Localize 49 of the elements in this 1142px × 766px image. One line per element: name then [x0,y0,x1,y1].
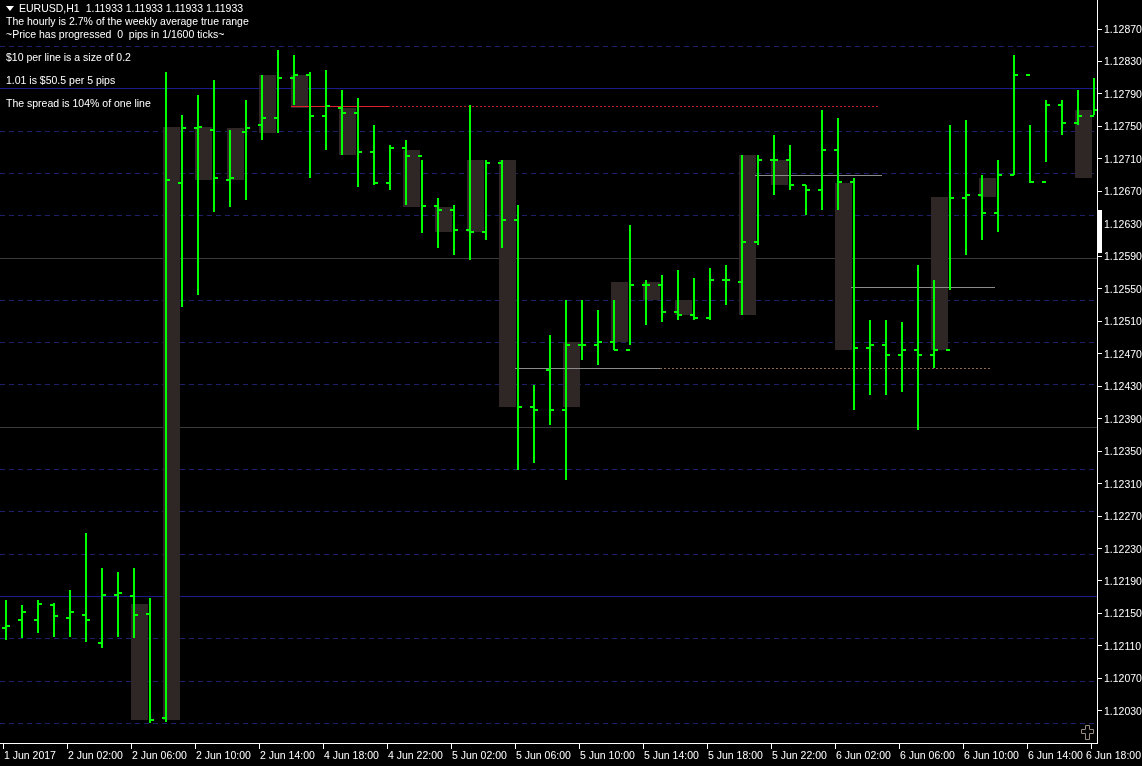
axis-label: 1.12190 [1104,574,1142,587]
axis-label: 5 Jun 02:00 [452,749,507,761]
axis-label: 2 Jun 14:00 [260,749,315,761]
axis-label: 1.12150 [1104,607,1142,620]
axis-label: 5 Jun 06:00 [516,749,571,761]
axis-label: 1.12870 [1104,23,1142,35]
axis-label: 5 Jun 18:00 [708,749,763,761]
axis-label: 1 Jun 2017 [4,749,56,761]
axis-label: 5 Jun 10:00 [580,749,635,761]
axis-label: 1.12550 [1104,282,1142,295]
axis-label: 2 Jun 06:00 [132,749,187,761]
axis-label: 1.12070 [1104,672,1142,685]
axis-label: 1.12630 [1104,217,1142,230]
info-text: The spread is 104% of one line [6,97,152,110]
axis-label: 4 Jun 22:00 [388,749,443,761]
axis-label: 5 Jun 22:00 [772,749,827,761]
axis-label: 5 Jun 14:00 [644,749,699,761]
axis-label: 1.12030 [1104,704,1142,717]
axis-label: 6 Jun 10:00 [964,749,1019,761]
axis-label: 2 Jun 10:00 [196,749,251,761]
dropdown-icon[interactable] [6,6,14,11]
axis-label: 1.12670 [1104,185,1142,198]
crosshair-icon[interactable] [1081,725,1094,740]
axis-label: 1.12430 [1104,380,1142,393]
axis-label: 1.12310 [1104,477,1142,490]
axis-label: 1.12510 [1104,315,1142,328]
axis-label: 1.12590 [1104,250,1142,263]
axis-label: 1.12230 [1104,542,1142,555]
axis-label: 6 Jun 02:00 [836,749,891,761]
axis-label: 1.12470 [1104,347,1142,360]
axis-label: 1.12390 [1104,412,1142,425]
info-text: The hourly is 2.7% of the weekly average true range [6,15,249,28]
axis-label: 6 Jun 06:00 [900,749,955,761]
axis-label: 1.12270 [1104,510,1142,523]
axis-label: 6 Jun 18:00 [1086,749,1141,761]
axis-label: 1.12790 [1104,87,1142,100]
axis-label: 1.12750 [1104,120,1142,133]
axis-label: 1.12110 [1104,639,1142,652]
axis-label: 1.12710 [1104,152,1142,165]
ohlc-prices: 1.11933 1.11933 1.11933 1.11933 [85,2,244,15]
info-text: 1.01 is $50.5 per 5 pips [6,74,117,87]
info-text: ~Price has progressed 0 pips in 1/1600 ticks~ [6,28,226,41]
axis-label: 1.12350 [1104,445,1142,458]
axis-label: 2 Jun 02:00 [68,749,123,761]
chart-symbol: EURUSD,H1 [19,2,80,15]
axis-label: 4 Jun 18:00 [324,749,379,761]
axis-label: 1.12830 [1104,55,1142,68]
axis-label: 6 Jun 14:00 [1028,749,1083,761]
info-text: $10 per line is a size of 0.2 [6,51,132,64]
